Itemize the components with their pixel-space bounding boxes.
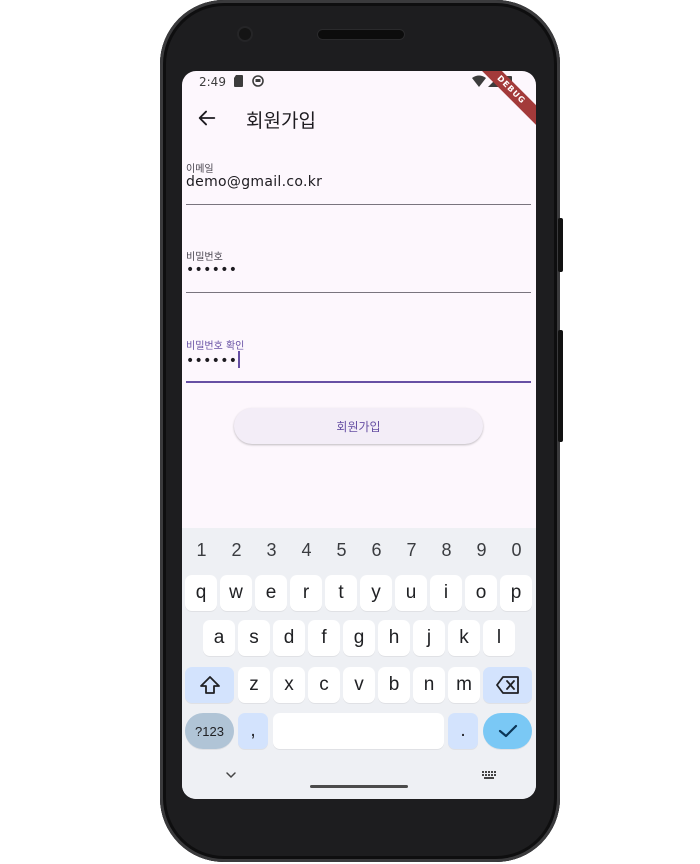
key-z[interactable]: z [238,667,270,703]
key-4[interactable]: 4 [289,536,324,564]
password-confirm-value: •••••• [186,353,238,369]
key-3[interactable]: 3 [254,536,289,564]
key-g[interactable]: g [343,620,375,656]
password-confirm-value-wrap: •••••• [186,351,241,369]
password-field[interactable]: 비밀번호 •••••• [186,248,531,308]
signup-button[interactable]: 회원가입 [234,408,483,444]
key-l[interactable]: l [483,620,515,656]
key-7[interactable]: 7 [394,536,429,564]
enter-key[interactable] [483,713,532,749]
key-d[interactable]: d [273,620,305,656]
key-h[interactable]: h [378,620,410,656]
password-label: 비밀번호 [186,252,223,263]
status-time: 2:49 [199,75,226,89]
email-value: demo@gmail.co.kr [186,174,323,190]
key-p[interactable]: p [500,575,532,611]
volume-button [558,330,563,442]
app-bar: 회원가입 [182,95,536,143]
password-confirm-field[interactable]: 비밀번호 확인 •••••• [186,337,531,397]
comma-key[interactable]: , [238,713,268,749]
checkmark-icon [498,724,517,738]
key-e[interactable]: e [255,575,287,611]
notification-icon [252,75,264,87]
key-w[interactable]: w [220,575,252,611]
power-button [558,218,563,272]
app-screen: 2:49 DEBUG 회원가입 이메일 demo@gmail.co.kr 비밀번… [182,71,536,799]
shift-icon [199,676,220,694]
keyboard-number-row: 1 2 3 4 5 6 7 8 9 0 [182,536,536,564]
key-t[interactable]: t [325,575,357,611]
status-bar: 2:49 DEBUG [182,71,536,134]
key-6[interactable]: 6 [359,536,394,564]
key-q[interactable]: q [185,575,217,611]
key-a[interactable]: a [203,620,235,656]
backspace-key[interactable] [483,667,532,703]
text-cursor [238,351,241,368]
key-s[interactable]: s [238,620,270,656]
key-5[interactable]: 5 [324,536,359,564]
key-r[interactable]: r [290,575,322,611]
wifi-icon [472,75,486,87]
key-y[interactable]: y [360,575,392,611]
key-o[interactable]: o [465,575,497,611]
password-underline [186,292,531,293]
password-confirm-underline [186,381,531,383]
key-x[interactable]: x [273,667,305,703]
key-f[interactable]: f [308,620,340,656]
key-1[interactable]: 1 [184,536,219,564]
hide-keyboard-icon[interactable] [221,768,241,784]
sd-card-icon [234,75,243,87]
key-0[interactable]: 0 [499,536,534,564]
key-c[interactable]: c [308,667,340,703]
key-9[interactable]: 9 [464,536,499,564]
earpiece-speaker [318,30,404,39]
key-m[interactable]: m [448,667,480,703]
key-u[interactable]: u [395,575,427,611]
email-label: 이메일 [186,164,214,175]
password-confirm-label: 비밀번호 확인 [186,341,245,352]
key-v[interactable]: v [343,667,375,703]
backspace-icon [495,676,519,694]
symbols-key[interactable]: ?123 [185,713,234,749]
key-b[interactable]: b [378,667,410,703]
key-k[interactable]: k [448,620,480,656]
email-underline [186,204,531,205]
home-gesture-bar[interactable] [310,785,408,788]
arrow-left-icon[interactable] [196,107,218,129]
password-value: •••••• [186,262,238,278]
space-bar[interactable] [273,713,444,749]
key-n[interactable]: n [413,667,445,703]
front-camera [239,28,251,40]
key-8[interactable]: 8 [429,536,464,564]
soft-keyboard: 1 2 3 4 5 6 7 8 9 0 q w e r t y u i o p … [182,528,536,799]
key-i[interactable]: i [430,575,462,611]
key-j[interactable]: j [413,620,445,656]
page-title: 회원가입 [246,110,316,132]
email-field[interactable]: 이메일 demo@gmail.co.kr [186,160,531,220]
period-key[interactable]: . [448,713,478,749]
keyboard-switch-icon[interactable] [479,768,499,784]
shift-key[interactable] [185,667,234,703]
key-2[interactable]: 2 [219,536,254,564]
